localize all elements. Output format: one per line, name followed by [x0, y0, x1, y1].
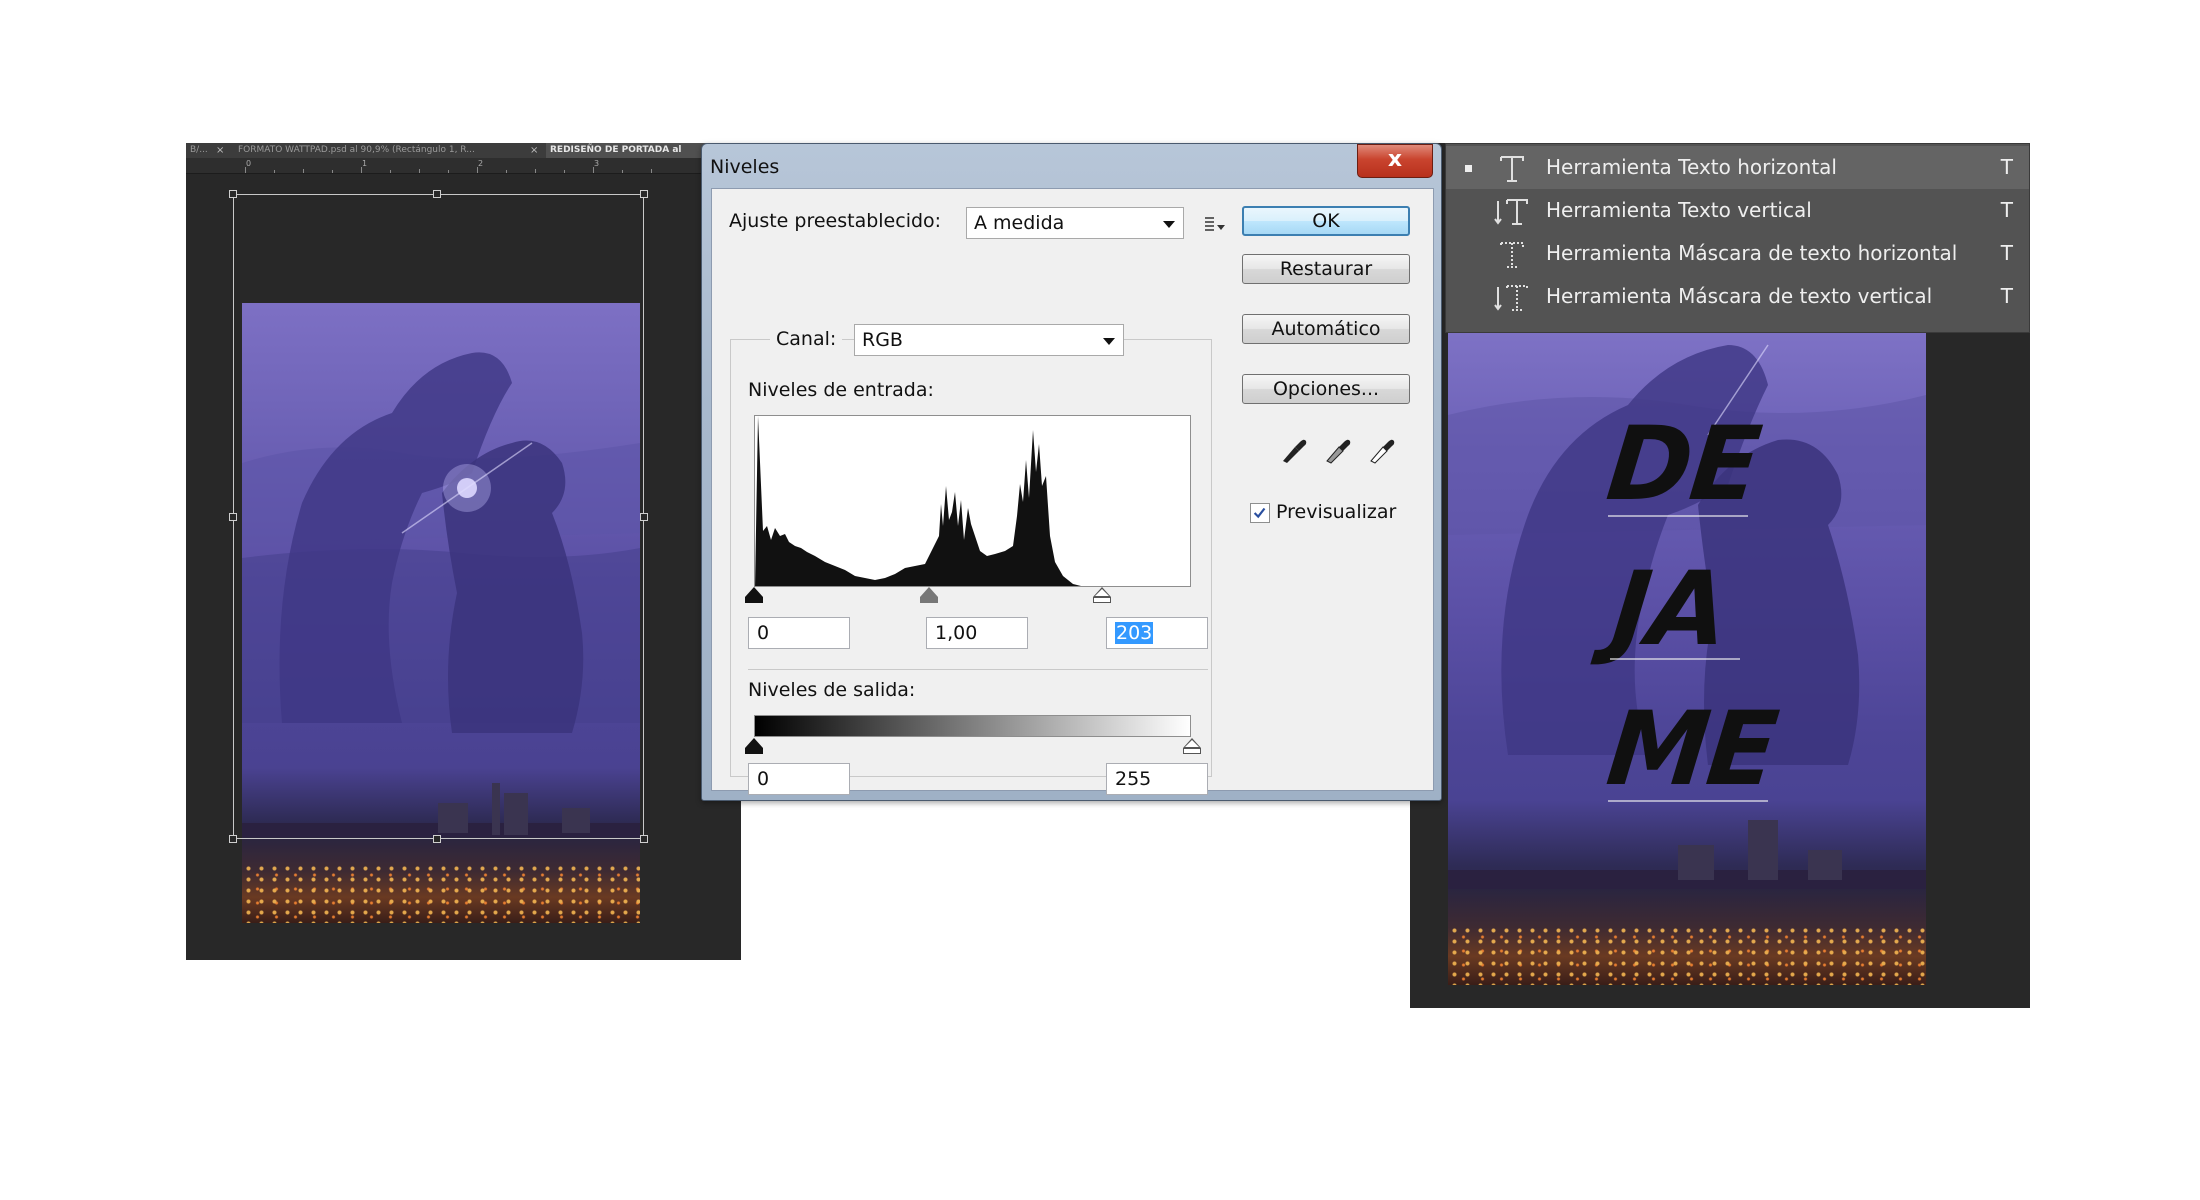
close-tab-icon[interactable]: ×	[530, 143, 538, 158]
document-tab-bar: B/... × FORMATO WATTPAD.psd al 90,9% (Re…	[186, 143, 741, 158]
shortcut-key: T	[2000, 284, 2013, 308]
vertical-type-icon	[1494, 199, 1528, 225]
menu-item-vertical-type-mask[interactable]: Herramienta Máscara de texto vertical T	[1446, 275, 2029, 318]
input-gamma-field[interactable]: 1,00	[926, 617, 1028, 649]
preset-options-icon[interactable]	[1204, 216, 1226, 232]
menu-item-horizontal-type[interactable]: Herramienta Texto horizontal T	[1446, 146, 2029, 189]
histogram	[754, 415, 1191, 587]
input-black-field[interactable]: 0	[748, 617, 850, 649]
ok-button[interactable]: OK	[1242, 206, 1410, 236]
preview-checkbox[interactable]	[1250, 503, 1270, 523]
type-tool-flyout-menu: Herramienta Texto horizontal T Herramien…	[1445, 143, 2030, 333]
chevron-down-icon	[1163, 221, 1175, 228]
gray-eyedropper-icon[interactable]	[1322, 433, 1352, 465]
preset-select[interactable]: A medida	[966, 207, 1184, 239]
menu-item-horizontal-type-mask[interactable]: Herramienta Máscara de texto horizontal …	[1446, 232, 2029, 275]
output-black-field[interactable]: 0	[748, 763, 850, 795]
ruler-label: 3	[594, 159, 600, 168]
close-button[interactable]: x	[1357, 144, 1433, 178]
input-white-value: 203	[1115, 622, 1154, 644]
output-gradient-bar	[754, 715, 1191, 737]
white-eyedropper-icon[interactable]	[1366, 433, 1396, 465]
levels-dialog: Niveles x Ajuste preestablecido: A medid…	[701, 143, 1442, 801]
menu-item-label: Herramienta Texto vertical	[1546, 198, 1812, 222]
cover-canvas-image[interactable]: DE JA ME	[1448, 325, 1926, 985]
cover-text-line[interactable]: DE	[1602, 405, 1765, 524]
checkmark-icon	[1253, 507, 1266, 519]
reset-button[interactable]: Restaurar	[1242, 254, 1410, 284]
channel-select[interactable]: RGB	[854, 324, 1124, 356]
selected-bullet-icon	[1465, 165, 1472, 172]
shortcut-key: T	[2000, 241, 2013, 265]
shortcut-key: T	[2000, 198, 2013, 222]
channel-label: Canal:	[770, 328, 843, 350]
dialog-body: Ajuste preestablecido: A medida OK Resta…	[711, 188, 1434, 795]
document-tab[interactable]: FORMATO WATTPAD.psd al 90,9% (Rectángulo…	[234, 143, 516, 158]
cover-text-line[interactable]: ME	[1602, 690, 1782, 809]
output-levels-label: Niveles de salida:	[748, 679, 916, 701]
ruler-label: 1	[362, 159, 368, 168]
input-white-field[interactable]: 203	[1106, 617, 1208, 649]
menu-item-label: Herramienta Texto horizontal	[1546, 155, 1837, 179]
dialog-title: Niveles	[710, 156, 780, 178]
shortcut-key: T	[2000, 155, 2013, 179]
menu-item-vertical-type[interactable]: Herramienta Texto vertical T	[1446, 189, 2029, 232]
chevron-down-icon	[1103, 338, 1115, 345]
document-canvas-image[interactable]	[242, 303, 640, 923]
menu-item-label: Herramienta Máscara de texto vertical	[1546, 284, 1933, 308]
horizontal-type-mask-icon	[1500, 242, 1524, 268]
black-eyedropper-icon[interactable]	[1278, 433, 1308, 465]
couple-silhouette-image	[242, 352, 640, 923]
preview-label: Previsualizar	[1276, 501, 1397, 523]
auto-button[interactable]: Automático	[1242, 314, 1410, 344]
left-workspace-panel: B/... × FORMATO WATTPAD.psd al 90,9% (Re…	[186, 143, 741, 960]
channel-value: RGB	[862, 329, 903, 351]
menu-item-label: Herramienta Máscara de texto horizontal	[1546, 241, 1958, 265]
ruler-label: 2	[478, 159, 484, 168]
document-tab[interactable]: B/...	[186, 143, 212, 158]
output-white-field[interactable]: 255	[1106, 763, 1208, 795]
horizontal-type-icon	[1500, 156, 1524, 182]
options-button[interactable]: Opciones...	[1242, 374, 1410, 404]
close-tab-icon[interactable]: ×	[216, 143, 224, 158]
preset-value: A medida	[974, 212, 1065, 234]
ruler-label: 0	[246, 159, 252, 168]
horizontal-ruler: 0 1 2 3	[186, 158, 741, 174]
preset-label: Ajuste preestablecido:	[729, 210, 942, 232]
cover-text-line[interactable]: JA	[1607, 550, 1732, 669]
vertical-type-mask-icon	[1494, 285, 1528, 311]
input-levels-label: Niveles de entrada:	[748, 379, 934, 401]
